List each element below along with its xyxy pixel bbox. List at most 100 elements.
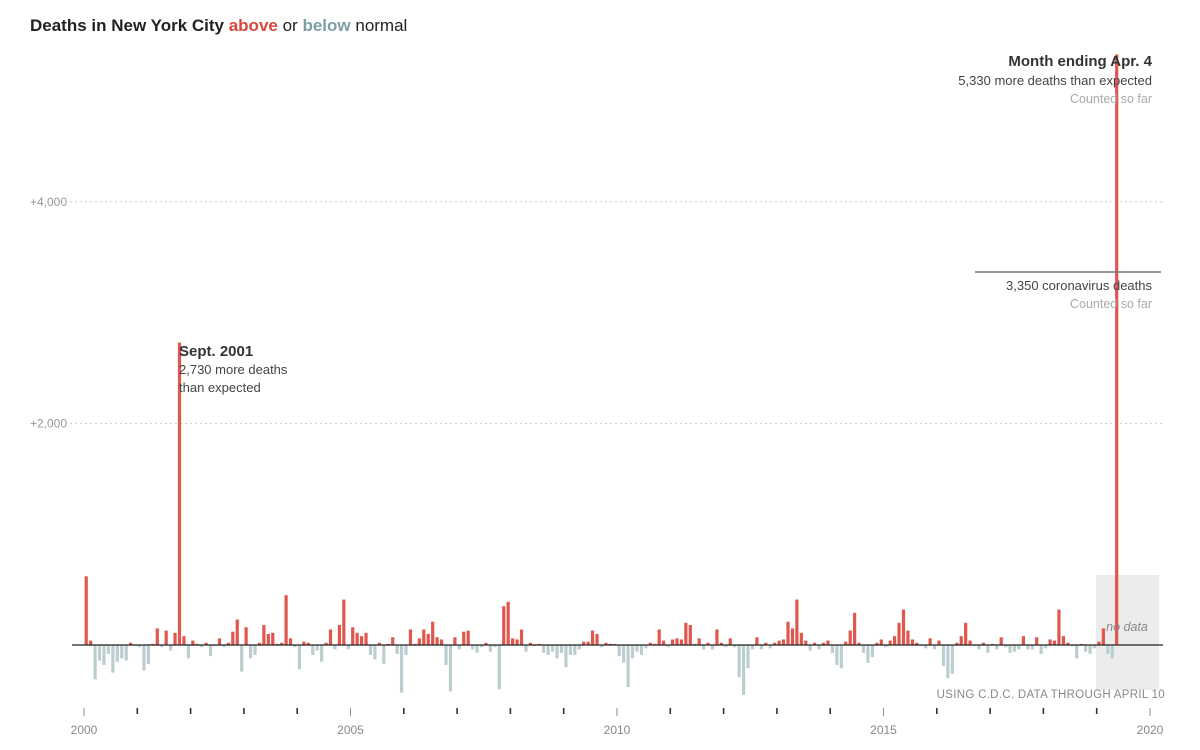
bar-2017-09 [1026,645,1030,650]
bar-2017-03 [999,637,1003,645]
bar-2010-02 [622,645,626,663]
bar-2003-11 [288,638,293,645]
bar-2011-08 [702,645,706,650]
bar-2008-12 [559,645,564,653]
bar-2008-03 [519,629,524,645]
bar-2013-02 [781,639,786,645]
bar-2001-12 [186,645,190,659]
apr-2020-annotation-line2: Counted so far [1070,92,1152,106]
bar-2013-05 [795,599,799,645]
bar-2006-08 [435,637,439,645]
bar-2014-03 [839,645,843,669]
bar-2014-01 [830,645,835,653]
bar-2018-04 [1057,609,1061,645]
bar-2011-01 [670,639,675,645]
bar-2007-05 [475,645,479,653]
bar-2010-11 [662,640,666,645]
bar-2016-02 [941,645,946,667]
bar-2004-10 [337,625,341,645]
bar-2005-11 [395,645,399,654]
bar-2003-07 [271,632,275,645]
bar-2013-07 [804,640,808,645]
bar-2008-01 [511,638,515,645]
bar-2005-06 [373,645,377,660]
apr-2020-annotation-line1: 5,330 more deaths than expected [958,73,1152,88]
bar-2008-02 [515,639,519,645]
bar-2015-02 [888,640,892,645]
bar-2019-04 [1110,645,1114,659]
bar-2005-05 [368,645,373,655]
bar-2004-09 [333,645,337,650]
bar-2017-11 [1035,637,1039,645]
bar-2013-12 [826,640,830,645]
y-tick-label-1: +4,000 [30,195,67,209]
covid-annotation-line1: 3,350 coronavirus deaths [1006,278,1152,293]
bar-2013-08 [808,645,812,651]
bar-2000-07 [111,645,115,673]
y-tick-label-0: +2,000 [30,416,67,430]
bar-2013-10 [817,645,821,650]
bar-2017-08 [1021,636,1026,645]
bar-2016-01 [937,640,941,645]
bar-2002-10 [231,631,235,645]
bar-2015-07 [910,639,914,645]
bar-2000-02 [89,640,93,645]
bar-2017-05 [1008,645,1012,653]
bar-2006-04 [417,638,421,645]
sept-2001-annotation-line1: 2,730 more deaths [179,362,288,377]
bar-2012-09 [759,645,763,650]
bar-2007-03 [466,630,470,645]
bar-2003-10 [284,595,288,645]
bar-2001-11 [182,636,186,645]
bar-2004-05 [315,645,319,651]
bar-2000-01 [84,576,88,645]
bar-2000-08 [115,645,119,662]
bar-2002-11 [235,619,239,645]
bar-2002-12 [240,645,244,672]
bar-2003-02 [248,645,253,659]
bar-2008-10 [551,645,555,652]
bar-2005-12 [399,645,404,693]
bar-2014-09 [866,645,870,663]
bar-2003-06 [266,633,270,645]
bar-2016-04 [950,645,954,674]
bar-2019-05 [1115,54,1119,645]
bar-2012-05 [741,645,746,695]
bar-2011-11 [715,629,719,645]
bar-2005-04 [364,632,368,645]
bar-2007-08 [488,645,493,652]
bar-2018-08 [1075,645,1079,659]
bar-2002-01 [191,640,195,645]
sept-2001-annotation-title: Sept. 2001 [179,343,253,360]
bar-2001-02 [142,645,146,671]
bar-2005-02 [355,632,359,645]
bar-2006-01 [404,645,408,655]
bar-2004-12 [346,645,350,650]
bar-2003-01 [244,627,248,645]
bar-2016-12 [986,645,990,653]
bar-2009-07 [590,630,595,645]
bar-2001-08 [169,645,173,651]
bar-2004-11 [342,599,346,645]
bar-2003-05 [262,625,266,645]
bar-2015-06 [906,630,910,645]
bar-2008-08 [542,645,546,653]
bar-2004-01 [297,645,302,670]
bar-2015-11 [928,638,932,645]
bar-2005-01 [351,627,355,645]
bar-2011-05 [688,625,692,645]
bar-2006-05 [422,629,426,645]
bar-2011-07 [697,638,701,645]
bar-2004-04 [311,645,315,655]
y-tick-labels: +2,000 +4,000 [30,195,67,431]
bar-2015-03 [893,636,897,645]
bar-2006-11 [448,645,453,692]
bar-2017-12 [1039,645,1043,654]
covid-annotation-line2: Counted so far [1070,297,1152,311]
x-axis: 2000 2005 2010 2015 2020 [71,708,1164,737]
bar-2006-02 [408,629,413,645]
bar-2008-09 [546,645,550,655]
bar-2006-12 [453,637,457,645]
bar-2014-06 [853,612,857,645]
sept-2001-annotation-line2: than expected [179,380,261,395]
